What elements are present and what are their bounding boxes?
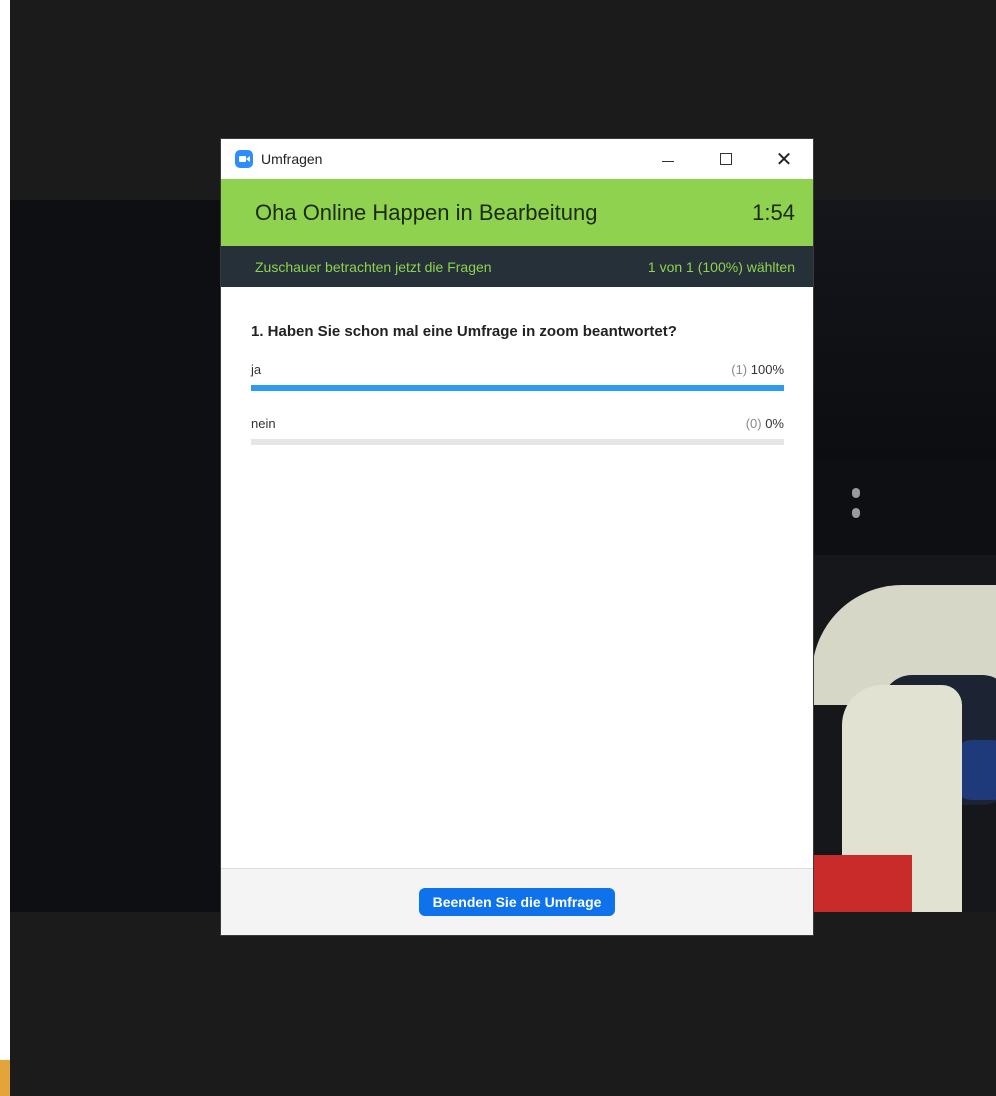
answer-bar-track [251,439,784,445]
poll-footer: Beenden Sie die Umfrage [221,868,813,935]
answer-item: nein (0) 0% [251,416,784,445]
background-detail [852,488,862,528]
answer-count: (1) [731,362,748,377]
maximize-icon [720,153,732,165]
poll-results: 1. Haben Sie schon mal eine Umfrage in z… [221,323,813,445]
poll-votes-text: 1 von 1 (100%) wählten [647,258,795,275]
poll-header: Oha Online Happen in Bearbeitung 1:54 [221,179,813,246]
close-icon: ✕ [775,147,793,171]
answer-bar-track [251,385,784,391]
minimize-icon [662,160,674,162]
answer-percent: 100% [750,362,784,377]
answer-label: ja [251,362,262,377]
poll-status-bar: Zuschauer betrachten jetzt die Fragen 1 … [221,246,813,287]
answer-percent: 0% [765,416,784,431]
answer-bar-fill [251,385,784,391]
poll-timer: 1:54 [752,199,795,225]
zoom-app-icon [235,150,253,168]
poll-status-text: Zuschauer betrachten jetzt die Fragen [255,258,492,275]
window-title: Umfragen [261,151,323,167]
minimize-button[interactable] [639,139,697,179]
close-button[interactable]: ✕ [755,139,813,179]
maximize-button[interactable] [697,139,755,179]
polls-window: Umfragen ✕ Oha Online Happen in Bearbeit… [221,139,813,935]
participant-video [812,555,996,912]
poll-question: 1. Haben Sie schon mal eine Umfrage in z… [251,323,677,340]
answer-item: ja (1) 100% [251,362,784,391]
poll-title: Oha Online Happen in Bearbeitung [255,199,598,225]
background-left-strip [0,0,10,1096]
background-corner-accent [0,1060,10,1096]
window-titlebar[interactable]: Umfragen ✕ [221,139,813,179]
answer-label: nein [251,416,276,431]
end-poll-button[interactable]: Beenden Sie die Umfrage [418,888,616,916]
answer-count: (0) [745,416,762,431]
